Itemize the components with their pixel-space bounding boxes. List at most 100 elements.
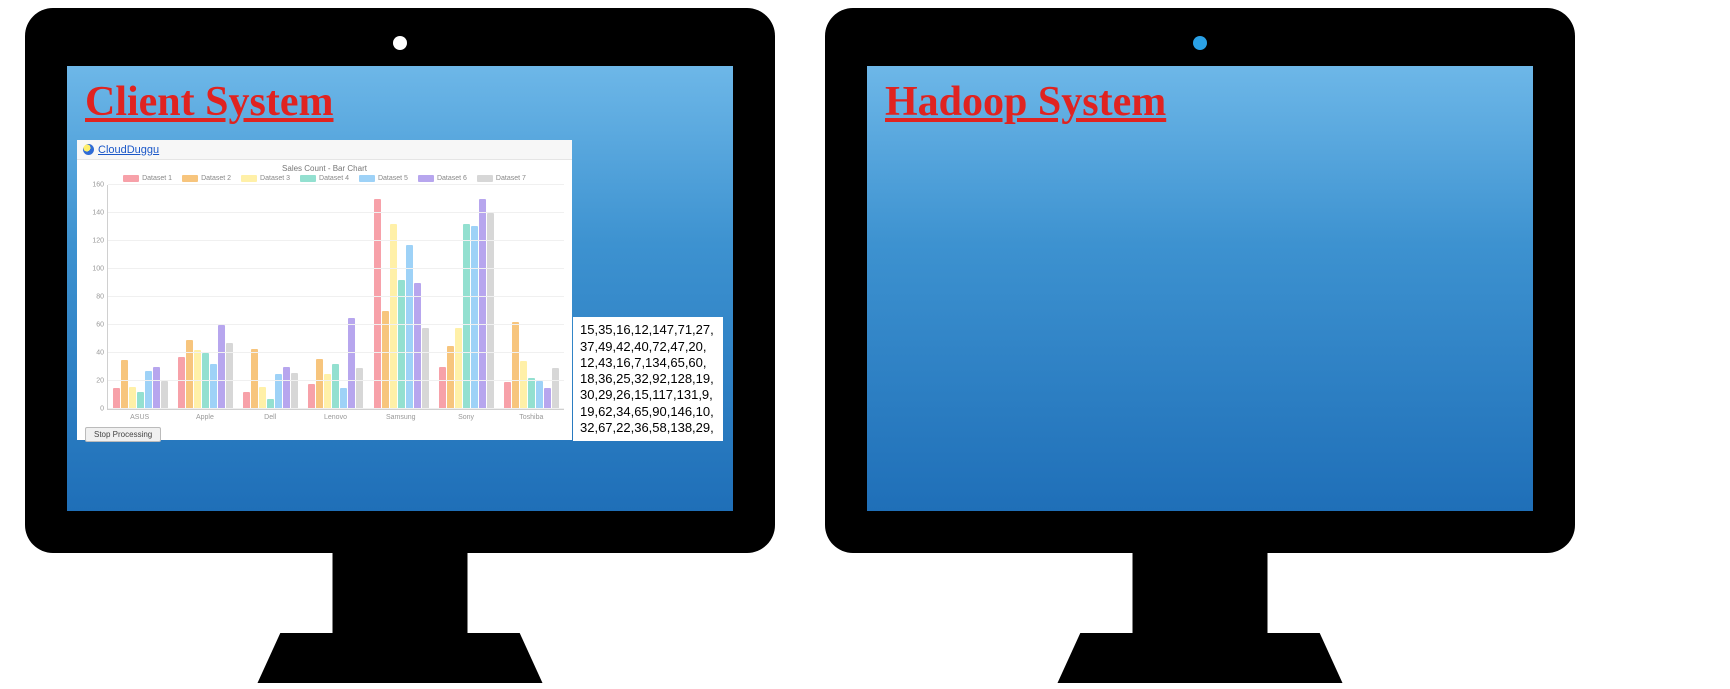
client-screen: Client System CloudDuggu Sales Count - B…: [67, 66, 733, 511]
bar: [520, 361, 527, 409]
monitor-stand: [333, 553, 468, 639]
bar: [161, 381, 168, 409]
legend-item[interactable]: Dataset 3: [241, 175, 290, 182]
bar: [479, 199, 486, 409]
monitor-frame: Client System CloudDuggu Sales Count - B…: [25, 8, 775, 553]
bar: [291, 373, 298, 409]
bar: [332, 364, 339, 409]
legend-label: Dataset 4: [319, 175, 349, 182]
bar: [251, 349, 258, 409]
y-tick: 80: [84, 294, 104, 301]
x-tick: Apple: [172, 414, 237, 421]
bar: [348, 318, 355, 409]
dashboard-panel: CloudDuggu Sales Count - Bar Chart Datas…: [77, 140, 572, 440]
legend-item[interactable]: Dataset 1: [123, 175, 172, 182]
bar: [512, 322, 519, 409]
camera-icon: [1193, 36, 1207, 50]
legend-swatch-icon: [418, 175, 434, 182]
legend-swatch-icon: [300, 175, 316, 182]
x-tick: Dell: [238, 414, 303, 421]
x-tick: ASUS: [107, 414, 172, 421]
legend-swatch-icon: [241, 175, 257, 182]
legend-label: Dataset 6: [437, 175, 467, 182]
bar-group: [369, 185, 434, 409]
brand-link[interactable]: CloudDuggu: [98, 144, 159, 156]
bar: [178, 357, 185, 409]
bar: [226, 343, 233, 409]
bar: [243, 392, 250, 409]
bar: [447, 346, 454, 409]
chart-plot: 020406080100120140160: [107, 185, 564, 410]
client-monitor: Client System CloudDuggu Sales Count - B…: [25, 8, 775, 553]
bar: [137, 392, 144, 409]
bar: [202, 353, 209, 409]
legend-item[interactable]: Dataset 6: [418, 175, 467, 182]
bar: [259, 387, 266, 409]
bar: [340, 388, 347, 409]
chart-legend: Dataset 1 Dataset 2 Dataset 3 Dataset 4 Data…: [77, 175, 572, 182]
bar-group: [303, 185, 368, 409]
chart-xlabels: ASUSAppleDellLenovoSamsungSonyToshiba: [107, 414, 564, 421]
x-tick: Toshiba: [499, 414, 564, 421]
hadoop-screen: Hadoop System: [867, 66, 1533, 511]
bar: [356, 368, 363, 409]
bar-group: [173, 185, 238, 409]
bar: [129, 387, 136, 409]
legend-swatch-icon: [359, 175, 375, 182]
y-tick: 160: [84, 182, 104, 189]
camera-icon: [393, 36, 407, 50]
bar: [439, 367, 446, 409]
bar: [316, 359, 323, 409]
bar: [308, 384, 315, 409]
bar: [113, 388, 120, 409]
legend-item[interactable]: Dataset 2: [182, 175, 231, 182]
bar: [210, 364, 217, 409]
monitor-stand: [1133, 553, 1268, 639]
bar-group: [238, 185, 303, 409]
bar: [283, 367, 290, 409]
bar: [121, 360, 128, 409]
bar: [463, 224, 470, 409]
legend-item[interactable]: Dataset 4: [300, 175, 349, 182]
bar-group: [499, 185, 564, 409]
legend-swatch-icon: [123, 175, 139, 182]
y-tick: 120: [84, 238, 104, 245]
bar: [382, 311, 389, 409]
chart-title: Sales Count - Bar Chart: [77, 160, 572, 175]
y-tick: 60: [84, 322, 104, 329]
client-title: Client System: [67, 66, 733, 132]
dashboard-header: CloudDuggu: [77, 140, 572, 160]
bar: [145, 371, 152, 409]
monitor-frame: Hadoop System: [825, 8, 1575, 553]
monitor-base: [258, 633, 543, 683]
bar: [218, 325, 225, 409]
hadoop-title: Hadoop System: [867, 66, 1533, 132]
bar: [544, 388, 551, 409]
bar-group: [434, 185, 499, 409]
y-tick: 140: [84, 210, 104, 217]
bar: [414, 283, 421, 409]
y-tick: 0: [84, 406, 104, 413]
bar: [406, 245, 413, 409]
x-tick: Samsung: [368, 414, 433, 421]
legend-label: Dataset 1: [142, 175, 172, 182]
bar: [455, 328, 462, 409]
bar-group: [108, 185, 173, 409]
bar: [153, 367, 160, 409]
legend-item[interactable]: Dataset 7: [477, 175, 526, 182]
legend-swatch-icon: [477, 175, 493, 182]
bar: [471, 226, 478, 409]
legend-label: Dataset 7: [496, 175, 526, 182]
legend-label: Dataset 5: [378, 175, 408, 182]
bar: [504, 382, 511, 409]
bar: [390, 224, 397, 409]
bar: [374, 199, 381, 409]
legend-item[interactable]: Dataset 5: [359, 175, 408, 182]
stop-processing-button[interactable]: Stop Processing: [85, 427, 161, 442]
legend-label: Dataset 2: [201, 175, 231, 182]
bar: [528, 378, 535, 409]
hadoop-monitor: Hadoop System: [825, 8, 1575, 553]
legend-swatch-icon: [182, 175, 198, 182]
bar: [422, 328, 429, 409]
y-tick: 100: [84, 266, 104, 273]
